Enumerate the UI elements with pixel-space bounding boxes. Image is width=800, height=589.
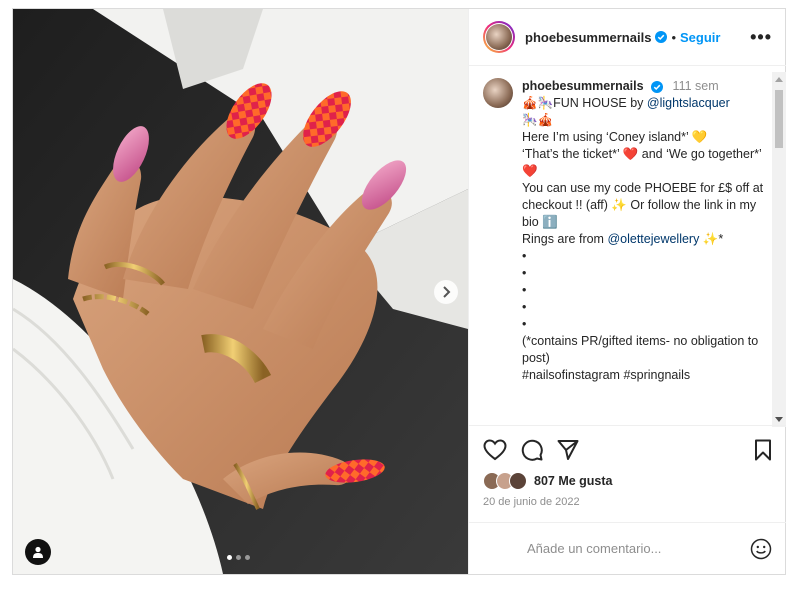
comment-input[interactable] xyxy=(525,540,750,557)
emoji-button[interactable] xyxy=(750,538,772,560)
avatar xyxy=(509,472,527,490)
heart-icon xyxy=(483,439,507,461)
caption-line: ✨* xyxy=(699,232,724,246)
emoji-icon xyxy=(750,538,772,559)
save-button[interactable] xyxy=(754,439,772,461)
bookmark-icon xyxy=(755,439,771,461)
user-tag-icon xyxy=(33,546,43,558)
send-icon xyxy=(557,440,579,460)
share-button[interactable] xyxy=(557,439,579,461)
post-date[interactable]: 20 de junio de 2022 xyxy=(469,490,786,508)
add-comment-bar xyxy=(469,522,786,574)
carousel-dot xyxy=(227,555,232,560)
caption-line: • xyxy=(522,300,527,314)
comment-button[interactable] xyxy=(521,439,543,461)
mention-link[interactable]: @lightslacquer xyxy=(647,96,730,110)
carousel-next-button[interactable] xyxy=(434,280,458,304)
caption-line: 🎪🎠FUN HOUSE by xyxy=(522,96,647,110)
caption-line: • xyxy=(522,317,527,331)
chevron-right-icon xyxy=(443,286,451,298)
caption-line: ‘That’s the ticket*’ ❤️ and ‘We go toget… xyxy=(522,147,765,178)
post-photo[interactable] xyxy=(13,9,468,574)
verified-badge-icon xyxy=(655,31,668,43)
caption-line: #nailsofinstagram #springnails xyxy=(522,368,691,382)
scroll-down-arrow[interactable] xyxy=(775,417,783,422)
verified-badge-icon xyxy=(651,80,664,93)
caption-line: (*contains PR/gifted items- no obligatio… xyxy=(522,334,762,365)
post-header: phoebesummernails • Seguir ••• xyxy=(469,9,786,66)
scroll-up-arrow[interactable] xyxy=(775,77,783,82)
caption-line: Here I’m using ‘Coney island*’ 💛 xyxy=(522,130,708,144)
like-button[interactable] xyxy=(483,439,507,461)
header-username[interactable]: phoebesummernails xyxy=(525,30,651,45)
mention-link[interactable]: @olettejewellery xyxy=(607,232,699,246)
follow-button[interactable]: Seguir xyxy=(680,30,720,45)
caption-username[interactable]: phoebesummernails xyxy=(522,79,644,93)
caption-timestamp: 111 sem xyxy=(672,79,719,93)
likes-count[interactable]: 807 Me gusta xyxy=(534,474,613,488)
nail-photo-illustration xyxy=(13,9,468,574)
profile-avatar[interactable] xyxy=(483,21,515,53)
more-options-button[interactable]: ••• xyxy=(750,27,772,48)
caption-avatar[interactable] xyxy=(483,78,513,108)
header-separator: • xyxy=(671,29,676,45)
post-actions: 807 Me gusta 20 de junio de 2022 xyxy=(469,425,786,508)
carousel-indicator xyxy=(227,555,250,560)
comments-scrollbar[interactable] xyxy=(772,72,786,427)
carousel-dot xyxy=(245,555,250,560)
caption-line: Rings are from xyxy=(522,232,608,246)
caption-line: 🎠🎪 xyxy=(522,113,554,127)
comment-icon xyxy=(521,439,543,461)
caption-line: You can use my code PHOEBE for £$ off at… xyxy=(522,181,767,229)
carousel-dot xyxy=(236,555,241,560)
liked-by-avatars[interactable] xyxy=(483,472,527,490)
scroll-thumb[interactable] xyxy=(775,90,783,148)
post-side-panel: phoebesummernails • Seguir ••• phoebesum… xyxy=(468,9,786,574)
tagged-users-button[interactable] xyxy=(25,539,51,565)
caption-line: • xyxy=(522,249,527,263)
caption-line: • xyxy=(522,266,527,280)
caption-line: • xyxy=(522,283,527,297)
comments-area[interactable]: phoebesummernails 111 sem 🎪🎠FUN HOUSE by… xyxy=(469,66,786,424)
post-dialog: phoebesummernails • Seguir ••• phoebesum… xyxy=(12,8,786,575)
caption: phoebesummernails 111 sem 🎪🎠FUN HOUSE by… xyxy=(469,66,786,384)
